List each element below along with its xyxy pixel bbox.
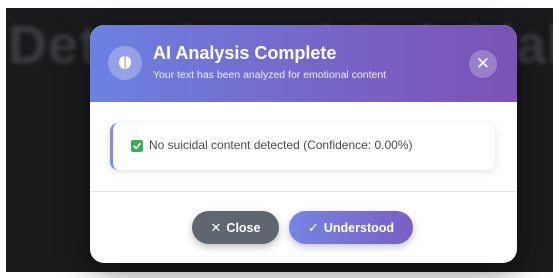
checkbox-check-icon [131, 140, 143, 152]
result-card: No suicidal content detected (Confidence… [110, 123, 495, 170]
close-button[interactable]: ✕ Close [192, 211, 279, 244]
footer-divider [90, 191, 517, 192]
brain-icon [108, 46, 142, 80]
analysis-modal: AI Analysis Complete Your text has been … [90, 25, 517, 263]
modal-title: AI Analysis Complete [153, 43, 337, 63]
close-button-label: Close [226, 220, 261, 235]
result-text: No suicidal content detected (Confidence… [149, 138, 413, 152]
understood-button-label: Understood [323, 220, 395, 235]
close-icon[interactable]: ✕ [469, 50, 497, 78]
modal-subtitle: Your text has been analyzed for emotiona… [153, 69, 387, 81]
check-icon: ✓ [307, 219, 319, 235]
modal-header: AI Analysis Complete Your text has been … [90, 25, 517, 102]
close-icon: ✕ [210, 219, 222, 235]
understood-button[interactable]: ✓ Understood [289, 211, 413, 244]
